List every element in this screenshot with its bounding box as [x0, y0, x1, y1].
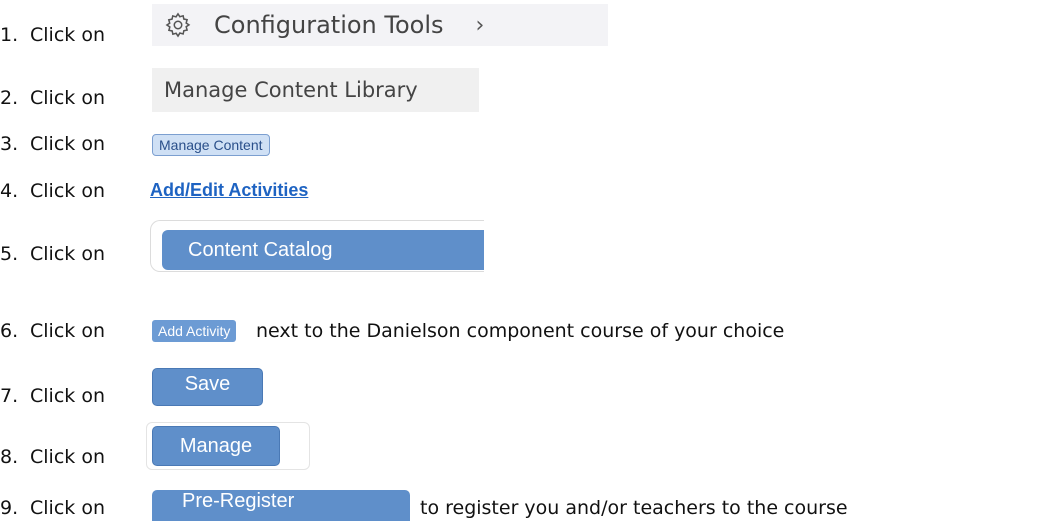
step-number: 3. [0, 133, 19, 155]
configuration-tools-label: Configuration Tools [214, 11, 444, 39]
step-number: 2. [0, 87, 19, 109]
manage-button[interactable]: Manage [152, 426, 280, 466]
step-number: 6. [0, 320, 19, 342]
step-number: 9. [0, 497, 19, 519]
step-text: Click on [30, 320, 105, 342]
step-text: Click on [30, 87, 105, 109]
step-5: 5. Click on [0, 243, 105, 265]
pre-register-button[interactable]: Pre-Register [152, 490, 410, 521]
step-text: Click on [30, 133, 105, 155]
add-edit-activities-link[interactable]: Add/Edit Activities [150, 180, 308, 201]
step-text: Click on [30, 497, 105, 519]
manage-content-button[interactable]: Manage Content [152, 134, 270, 156]
gear-icon [165, 12, 191, 38]
step-number: 8. [0, 446, 19, 468]
step-number: 1. [0, 24, 19, 46]
step-number: 4. [0, 180, 19, 202]
step-text: Click on [30, 180, 105, 202]
step-text: Click on [30, 243, 105, 265]
step-8: 8. Click on [0, 446, 105, 468]
add-activity-button[interactable]: Add Activity [152, 320, 237, 342]
step-text: Click on [30, 446, 105, 468]
configuration-tools-menu-item[interactable]: Configuration Tools › [152, 4, 608, 46]
step-6-after-text: next to the Danielson component course o… [256, 320, 785, 342]
step-1: 1. Click on [0, 24, 105, 46]
content-catalog-tab[interactable]: Content Catalog [162, 230, 484, 270]
step-6: 6. Click on [0, 320, 105, 342]
step-9-after-text: to register you and/or teachers to the c… [420, 497, 848, 519]
step-7: 7. Click on [0, 385, 105, 407]
step-number: 5. [0, 243, 19, 265]
step-3: 3. Click on [0, 133, 105, 155]
step-text: Click on [30, 24, 105, 46]
step-2: 2. Click on [0, 87, 105, 109]
step-4: 4. Click on [0, 180, 105, 202]
step-text: Click on [30, 385, 105, 407]
step-number: 7. [0, 385, 19, 407]
manage-content-library-menu-item[interactable]: Manage Content Library [152, 68, 479, 112]
step-9: 9. Click on [0, 497, 105, 519]
save-button[interactable]: Save [152, 368, 263, 406]
chevron-right-icon: › [475, 12, 485, 38]
